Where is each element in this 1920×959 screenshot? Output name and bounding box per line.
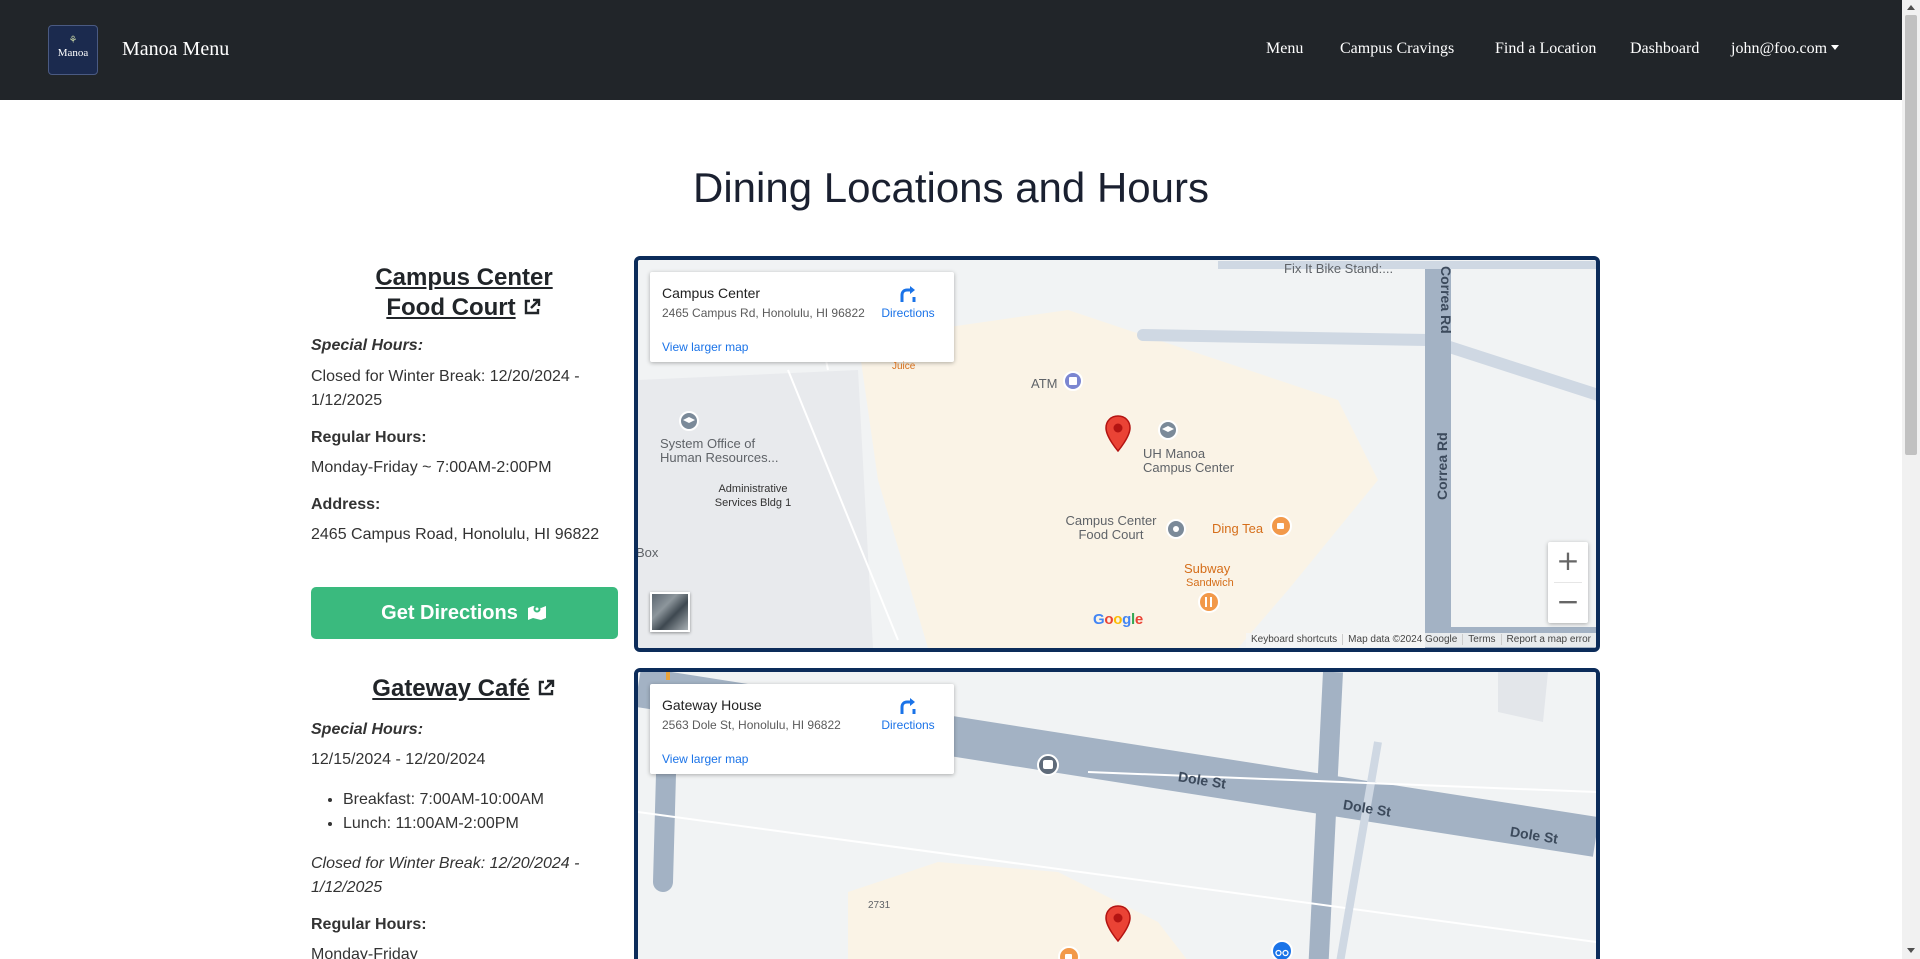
view-larger-map-link[interactable]: View larger map xyxy=(662,340,748,354)
external-link-icon xyxy=(524,298,540,315)
directions-icon xyxy=(900,286,916,302)
map-edge-marker xyxy=(666,672,670,680)
bike-icon xyxy=(1271,940,1293,959)
road-label-correa-top: Correa Rd xyxy=(1438,266,1454,334)
keyboard-shortcuts-link[interactable]: Keyboard shortcuts xyxy=(1246,634,1342,645)
regular-hours-text: Monday-Friday xyxy=(311,946,418,959)
atm-icon xyxy=(1063,371,1083,391)
map-marker-icon xyxy=(1105,415,1131,453)
location-title-link[interactable]: Gateway Café xyxy=(311,674,617,704)
map-directions-label: Directions xyxy=(881,306,935,320)
get-directions-button[interactable]: Get Directions xyxy=(311,587,618,639)
map-label-fix-it: Fix It Bike Stand:... xyxy=(1284,261,1394,276)
google-logo: Google xyxy=(1093,611,1143,628)
scroll-down-arrow-icon[interactable] xyxy=(1907,948,1915,953)
special-hours-label: Special Hours: xyxy=(311,721,424,738)
map-label-uh-manoa: UH Manoa Campus Center xyxy=(1143,446,1235,475)
user-menu-dropdown[interactable]: john@foo.com xyxy=(1731,40,1840,58)
closed-text: Closed for Winter Break: 12/20/2024 - 1/… xyxy=(311,855,580,896)
map-data-attribution: Map data ©2024 Google xyxy=(1342,634,1463,645)
map-place-address: 2465 Campus Rd, Honolulu, HI 96822 xyxy=(662,306,865,320)
meal-hours-item: Lunch: 11:00AM-2:00PM xyxy=(343,812,544,836)
map-label-box: Box xyxy=(636,545,659,560)
map-label-admin-bldg: Administrative Services Bldg 1 xyxy=(714,483,792,509)
regular-hours-text: Monday-Friday ~ 7:00AM-2:00PM xyxy=(311,459,552,476)
view-larger-map-link[interactable]: View larger map xyxy=(662,752,748,766)
special-hours-range: 12/15/2024 - 12/20/2024 xyxy=(311,751,486,768)
special-hours-text: Closed for Winter Break: 12/20/2024 - 1/… xyxy=(311,368,580,409)
location-title-link[interactable]: Campus Center Food Court xyxy=(311,263,617,323)
map-info-card: Gateway House 2563 Dole St, Honolulu, HI… xyxy=(650,684,954,774)
meal-hours-item: Breakfast: 7:00AM-10:00AM xyxy=(343,788,544,812)
map-place-address: 2563 Dole St, Honolulu, HI 96822 xyxy=(662,718,841,732)
map-marker-icon xyxy=(1105,905,1131,943)
map-info-card: Campus Center 2465 Campus Rd, Honolulu, … xyxy=(650,272,954,362)
scroll-up-arrow-icon[interactable] xyxy=(1907,5,1915,10)
map-directions-label: Directions xyxy=(881,718,935,732)
zoom-out-button[interactable]: − xyxy=(1548,583,1588,623)
place-icon xyxy=(1166,519,1186,539)
report-map-error-link[interactable]: Report a map error xyxy=(1500,634,1596,645)
map-label-juice: Juice xyxy=(892,361,916,372)
map-place-name: Campus Center xyxy=(662,285,761,301)
school-icon xyxy=(679,411,699,431)
map-zoom-controls: + − xyxy=(1548,542,1588,623)
user-email: john@foo.com xyxy=(1731,40,1828,57)
map-directions-link[interactable]: Directions xyxy=(870,696,946,732)
map-label-atm: ATM xyxy=(1031,376,1058,391)
navbar: ⚘ Manoa Manoa Menu Menu Campus Cravings … xyxy=(0,0,1902,100)
nav-dashboard[interactable]: Dashboard xyxy=(1630,40,1699,58)
directions-icon xyxy=(900,698,916,714)
brand-logo[interactable]: ⚘ Manoa xyxy=(48,25,98,75)
special-hours-label: Special Hours: xyxy=(311,337,424,354)
map-label-ding-tea: Ding Tea xyxy=(1212,521,1264,536)
terms-link[interactable]: Terms xyxy=(1462,634,1501,645)
address-label: Address: xyxy=(311,496,381,513)
brand-logo-text: Manoa xyxy=(57,47,89,59)
road-label-correa-mid: Correa Rd xyxy=(1434,432,1450,500)
map-location-icon xyxy=(527,605,546,620)
map-label-food-court: Campus Center Food Court xyxy=(1065,513,1157,542)
meal-hours-list: Breakfast: 7:00AM-10:00AM Lunch: 11:00AM… xyxy=(343,788,544,836)
location-title-line1: Campus Center xyxy=(375,264,553,291)
map-satellite-toggle[interactable] xyxy=(650,592,690,632)
map-embed-campus-center[interactable]: Campus Center 2465 Campus Rd, Honolulu, … xyxy=(634,256,1600,652)
regular-hours-label: Regular Hours: xyxy=(311,429,427,446)
external-link-icon xyxy=(538,679,554,696)
map-footer: Keyboard shortcuts Map data ©2024 Google T… xyxy=(1246,633,1596,647)
nav-campus-cravings[interactable]: Campus Cravings xyxy=(1340,40,1454,58)
sprig-icon: ⚘ xyxy=(68,35,78,46)
map-embed-gateway[interactable]: Gateway House 2563 Dole St, Honolulu, HI… xyxy=(634,668,1600,959)
map-directions-link[interactable]: Directions xyxy=(870,284,946,320)
zoom-in-button[interactable]: + xyxy=(1548,542,1588,582)
school-icon xyxy=(1158,420,1178,440)
map-label-2731: 2731 xyxy=(868,900,891,911)
map-place-name: Gateway House xyxy=(662,697,762,713)
get-directions-label: Get Directions xyxy=(381,602,518,624)
nav-menu[interactable]: Menu xyxy=(1266,40,1303,58)
page-title: Dining Locations and Hours xyxy=(693,164,1209,211)
map-label-system-office: System Office of Human Resources... xyxy=(660,436,779,465)
location-title: Gateway Café xyxy=(372,675,530,702)
address-text: 2465 Campus Road, Honolulu, HI 96822 xyxy=(311,526,600,543)
nav-find-location[interactable]: Find a Location xyxy=(1495,40,1596,58)
location-title-line2: Food Court xyxy=(386,294,516,321)
bus-stop-icon xyxy=(1037,754,1059,776)
regular-hours-label: Regular Hours: xyxy=(311,916,427,933)
map-label-subway: Subway xyxy=(1184,561,1231,576)
cafe-icon xyxy=(1058,946,1080,959)
scroll-thumb[interactable] xyxy=(1905,15,1917,455)
caret-down-icon xyxy=(1831,45,1840,50)
page-scrollbar[interactable] xyxy=(1902,0,1920,959)
map-label-sandwich: Sandwich xyxy=(1186,577,1234,589)
cafe-icon xyxy=(1270,515,1292,537)
brand-name[interactable]: Manoa Menu xyxy=(122,38,229,61)
restaurant-icon xyxy=(1198,591,1220,613)
